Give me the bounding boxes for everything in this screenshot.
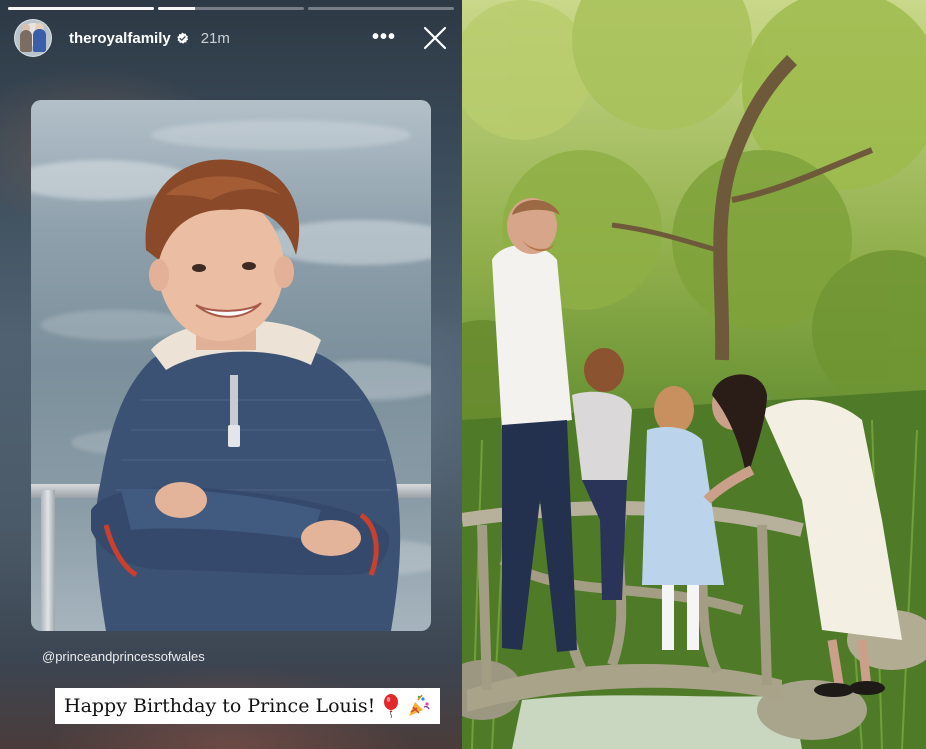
mention-link[interactable]: @princeandprincessofwales	[42, 649, 205, 664]
boy-figure	[91, 159, 401, 631]
story-photo-prince-louis	[31, 100, 431, 631]
party-popper-icon	[407, 694, 431, 718]
family-garden-photo	[462, 0, 926, 749]
balloon-icon	[381, 694, 401, 718]
story-progress-bar	[8, 7, 454, 10]
more-options-icon[interactable]: •••	[372, 27, 396, 47]
username[interactable]: theroyalfamily	[69, 30, 171, 47]
post-time: 21m	[200, 29, 230, 47]
story-progress-segment	[8, 7, 154, 10]
birthday-text-sticker: Happy Birthday to Prince Louis!	[55, 688, 441, 724]
close-icon[interactable]	[422, 25, 448, 51]
verified-badge-icon	[176, 32, 189, 45]
avatar[interactable]	[14, 19, 52, 57]
sticker-text: Happy Birthday to Prince Louis!	[64, 695, 376, 717]
story-progress-segment	[158, 7, 304, 10]
story-progress-segment	[308, 7, 454, 10]
instagram-story-panel: theroyalfamily 21m ••• @princeandprinces…	[0, 0, 462, 749]
story-header: theroyalfamily 21m •••	[14, 18, 448, 58]
